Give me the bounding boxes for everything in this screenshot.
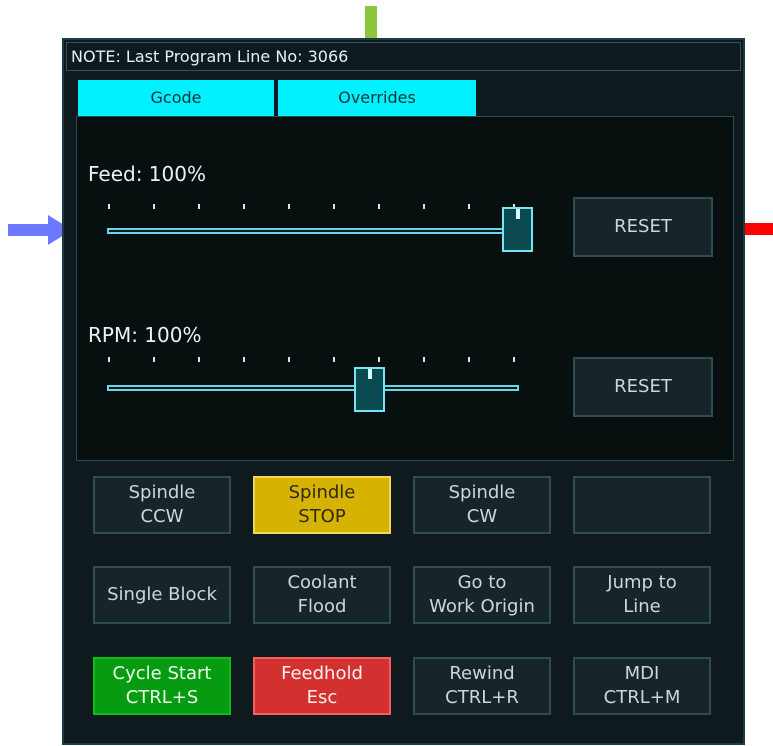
- feedhold-label-2: Esc: [306, 687, 338, 708]
- rpm-tick: [333, 357, 335, 362]
- rpm-tick: [423, 357, 425, 362]
- rpm-reset-button[interactable]: RESET: [573, 357, 713, 417]
- coolant-flood-button[interactable]: Coolant Flood: [253, 566, 391, 624]
- mdi-button[interactable]: MDI CTRL+M: [573, 657, 711, 715]
- spindle-cw-label-2: CW: [466, 506, 498, 527]
- feed-slider-thumb[interactable]: [502, 207, 533, 252]
- feed-tick: [333, 204, 335, 209]
- empty-button[interactable]: [573, 476, 711, 534]
- rpm-tick: [288, 357, 290, 362]
- feed-reset-label: RESET: [614, 216, 672, 237]
- jump-to-line-button[interactable]: Jump to Line: [573, 566, 711, 624]
- rpm-tick: [513, 357, 515, 362]
- spindle-cw-button[interactable]: Spindle CW: [413, 476, 551, 534]
- feed-label: Feed: 100%: [88, 162, 206, 186]
- go-to-work-origin-label-2: Work Origin: [429, 596, 535, 617]
- rewind-button[interactable]: Rewind CTRL+R: [413, 657, 551, 715]
- feed-tick: [243, 204, 245, 209]
- tab-gcode[interactable]: Gcode: [78, 80, 274, 116]
- rpm-slider-thumb[interactable]: [354, 367, 385, 412]
- cycle-start-label-2: CTRL+S: [125, 687, 199, 708]
- single-block-button[interactable]: Single Block: [93, 566, 231, 624]
- spindle-ccw-button[interactable]: Spindle CCW: [93, 476, 231, 534]
- mdi-label-2: CTRL+M: [603, 687, 681, 708]
- last-program-line-text: NOTE: Last Program Line No: 3066: [71, 47, 349, 66]
- rpm-slider-notch: [368, 369, 372, 379]
- mdi-label-1: MDI: [624, 663, 660, 684]
- go-to-work-origin-label-1: Go to: [457, 572, 507, 593]
- spindle-cw-label-1: Spindle: [448, 482, 516, 503]
- spindle-stop-button[interactable]: Spindle STOP: [253, 476, 391, 534]
- tab-overrides[interactable]: Overrides: [278, 80, 476, 116]
- rewind-label-1: Rewind: [449, 663, 515, 684]
- single-block-label: Single Block: [107, 584, 217, 605]
- spindle-ccw-label-1: Spindle: [128, 482, 196, 503]
- feed-slider-track[interactable]: [107, 228, 507, 234]
- cycle-start-label-1: Cycle Start: [112, 663, 212, 684]
- rpm-tick: [378, 357, 380, 362]
- rpm-slider-track[interactable]: [107, 385, 519, 391]
- feedhold-button[interactable]: Feedhold Esc: [253, 657, 391, 715]
- feed-tick: [153, 204, 155, 209]
- spindle-stop-label-2: STOP: [298, 506, 346, 527]
- jump-to-line-label-1: Jump to: [607, 572, 677, 593]
- note-bar: NOTE: Last Program Line No: 3066: [66, 42, 741, 71]
- coolant-flood-label-1: Coolant: [287, 572, 357, 593]
- feedhold-label-1: Feedhold: [281, 663, 363, 684]
- feed-tick: [378, 204, 380, 209]
- jump-to-line-label-2: Line: [623, 596, 661, 617]
- rpm-tick: [468, 357, 470, 362]
- rewind-label-2: CTRL+R: [445, 687, 519, 708]
- feed-tick: [288, 204, 290, 209]
- rpm-reset-label: RESET: [614, 376, 672, 397]
- feed-tick: [108, 204, 110, 209]
- spindle-stop-label-1: Spindle: [288, 482, 356, 503]
- coolant-flood-label-2: Flood: [297, 596, 347, 617]
- rpm-tick: [198, 357, 200, 362]
- feed-tick: [468, 204, 470, 209]
- rpm-tick: [108, 357, 110, 362]
- feed-slider-notch: [516, 209, 520, 219]
- rpm-tick: [243, 357, 245, 362]
- rpm-tick: [153, 357, 155, 362]
- rpm-label: RPM: 100%: [88, 323, 202, 347]
- feed-reset-button[interactable]: RESET: [573, 197, 713, 257]
- tab-gcode-label: Gcode: [150, 88, 202, 107]
- cycle-start-button[interactable]: Cycle Start CTRL+S: [93, 657, 231, 715]
- tab-overrides-label: Overrides: [338, 88, 416, 107]
- feed-tick: [198, 204, 200, 209]
- go-to-work-origin-button[interactable]: Go to Work Origin: [413, 566, 551, 624]
- spindle-ccw-label-2: CCW: [140, 506, 184, 527]
- feed-tick: [423, 204, 425, 209]
